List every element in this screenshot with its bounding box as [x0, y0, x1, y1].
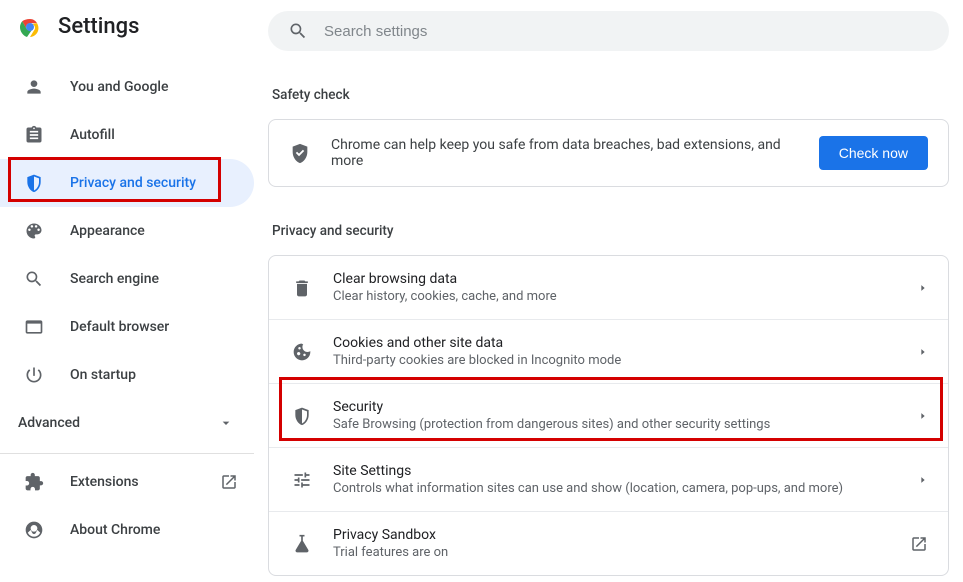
row-sub: Safe Browsing (protection from dangerous…	[333, 417, 898, 432]
shield-check-icon	[289, 142, 311, 164]
cookie-icon	[291, 342, 313, 362]
row-text: Clear browsing data Clear history, cooki…	[333, 271, 898, 304]
sidebar-item-search-engine[interactable]: Search engine	[0, 255, 254, 303]
row-security[interactable]: Security Safe Browsing (protection from …	[269, 383, 948, 447]
clipboard-icon	[24, 125, 44, 145]
divider	[0, 453, 254, 454]
sidebar: Settings You and Google Autofill Privacy…	[0, 0, 254, 582]
main: Safety check Chrome can help keep you sa…	[254, 0, 963, 582]
power-icon	[24, 365, 44, 385]
row-sub: Clear history, cookies, cache, and more	[333, 289, 898, 304]
chevron-down-icon	[218, 415, 234, 431]
sidebar-item-label: Default browser	[70, 319, 169, 335]
sidebar-item-appearance[interactable]: Appearance	[0, 207, 254, 255]
sidebar-item-you-and-google[interactable]: You and Google	[0, 63, 254, 111]
extension-icon	[24, 472, 44, 492]
sidebar-item-label: Extensions	[70, 474, 139, 490]
trash-icon	[291, 278, 313, 298]
check-now-button[interactable]: Check now	[819, 136, 928, 170]
sidebar-item-on-startup[interactable]: On startup	[0, 351, 254, 399]
row-text: Privacy Sandbox Trial features are on	[333, 527, 890, 560]
row-sub: Third-party cookies are blocked in Incog…	[333, 353, 898, 368]
sidebar-item-privacy-security[interactable]: Privacy and security	[0, 159, 254, 207]
sidebar-item-label: Appearance	[70, 223, 145, 239]
chrome-outline-icon	[24, 520, 44, 540]
row-privacy-sandbox[interactable]: Privacy Sandbox Trial features are on	[269, 511, 948, 575]
sidebar-item-autofill[interactable]: Autofill	[0, 111, 254, 159]
flask-icon	[291, 534, 313, 554]
privacy-heading: Privacy and security	[272, 223, 949, 239]
safety-check-card: Chrome can help keep you safe from data …	[268, 119, 949, 187]
row-text: Cookies and other site data Third-party …	[333, 335, 898, 368]
sidebar-item-label: On startup	[70, 367, 136, 383]
row-sub: Trial features are on	[333, 545, 890, 560]
brand: Settings	[0, 14, 254, 57]
sidebar-item-label: You and Google	[70, 79, 168, 95]
row-text: Site Settings Controls what information …	[333, 463, 898, 496]
sidebar-item-about-chrome[interactable]: About Chrome	[0, 506, 254, 554]
sidebar-item-extensions[interactable]: Extensions	[0, 458, 254, 506]
row-text: Security Safe Browsing (protection from …	[333, 399, 898, 432]
page-title: Settings	[58, 14, 139, 39]
row-title: Security	[333, 399, 898, 415]
person-icon	[24, 77, 44, 97]
row-sub: Controls what information sites can use …	[333, 481, 898, 496]
row-title: Site Settings	[333, 463, 898, 479]
row-cookies[interactable]: Cookies and other site data Third-party …	[269, 319, 948, 383]
sidebar-item-label: Search engine	[70, 271, 159, 287]
chevron-right-icon	[918, 475, 928, 485]
sidebar-item-label: Privacy and security	[70, 175, 196, 191]
safety-check-text: Chrome can help keep you safe from data …	[331, 137, 799, 169]
search-bar[interactable]	[268, 11, 949, 51]
chevron-right-icon	[918, 411, 928, 421]
privacy-list: Clear browsing data Clear history, cooki…	[268, 255, 949, 576]
chevron-right-icon	[918, 283, 928, 293]
tune-icon	[291, 470, 313, 490]
palette-icon	[24, 221, 44, 241]
nav: You and Google Autofill Privacy and secu…	[0, 57, 254, 399]
open-in-new-icon	[910, 535, 928, 553]
row-title: Privacy Sandbox	[333, 527, 890, 543]
sidebar-item-label: Autofill	[70, 127, 115, 143]
search-input[interactable]	[324, 23, 929, 40]
advanced-label: Advanced	[18, 415, 80, 431]
shield-icon	[24, 173, 44, 193]
browser-icon	[24, 317, 44, 337]
advanced-toggle[interactable]: Advanced	[0, 399, 254, 447]
row-clear-browsing-data[interactable]: Clear browsing data Clear history, cooki…	[269, 256, 948, 319]
row-site-settings[interactable]: Site Settings Controls what information …	[269, 447, 948, 511]
row-title: Cookies and other site data	[333, 335, 898, 351]
row-title: Clear browsing data	[333, 271, 898, 287]
safety-check-heading: Safety check	[272, 87, 949, 103]
chevron-right-icon	[918, 347, 928, 357]
shield-icon	[291, 406, 313, 426]
chrome-logo-icon	[18, 15, 42, 39]
search-icon	[288, 21, 308, 41]
open-in-new-icon	[220, 473, 238, 491]
sidebar-item-default-browser[interactable]: Default browser	[0, 303, 254, 351]
search-icon	[24, 269, 44, 289]
sidebar-item-label: About Chrome	[70, 522, 160, 538]
